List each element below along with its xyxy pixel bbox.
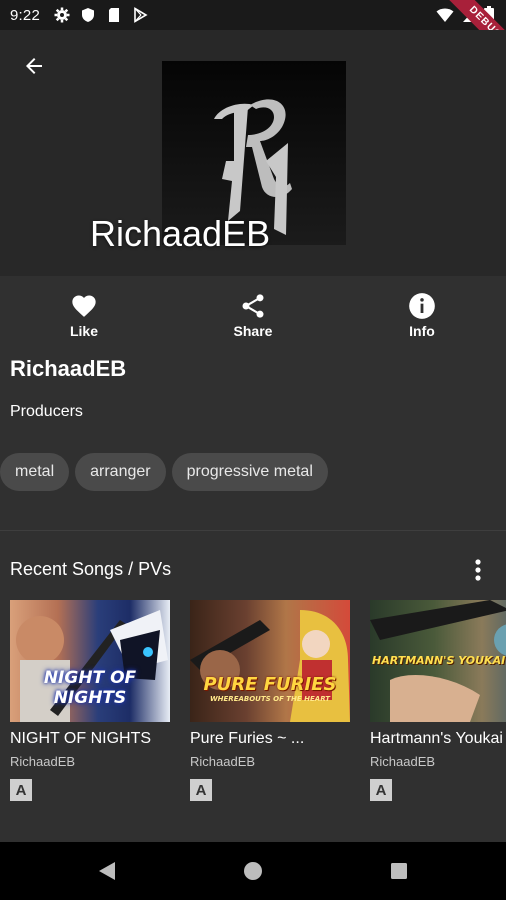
song-artist: RichaadEB xyxy=(370,754,436,769)
sd-card-icon xyxy=(109,8,119,22)
share-label: Share xyxy=(233,323,273,339)
recent-songs-title: Recent Songs / PVs xyxy=(10,559,172,579)
song-thumbnail: NIGHT OF NIGHTS xyxy=(10,600,170,722)
song-thumbnail: PURE FURIES WHEREABOUTS OF THE HEART xyxy=(190,600,350,722)
artist-header: RichaadEB xyxy=(0,30,506,276)
song-type-badge: A xyxy=(370,779,392,801)
tag-chip[interactable]: metal xyxy=(0,453,70,491)
tag-list: metal arranger progressive metal xyxy=(0,453,328,491)
nav-home-button[interactable] xyxy=(240,858,266,884)
song-card[interactable]: NIGHT OF NIGHTS NIGHT OF NIGHTS RichaadE… xyxy=(10,600,170,801)
like-label: Like xyxy=(69,323,98,339)
info-icon xyxy=(409,293,435,319)
share-button[interactable]: Share xyxy=(213,292,293,339)
tag-chip[interactable]: arranger xyxy=(75,453,166,491)
nav-home-circle-icon xyxy=(244,862,262,880)
thumbnail-caption: NIGHT OF NIGHTS xyxy=(43,668,137,708)
artist-name: RichaadEB xyxy=(10,356,127,381)
header-artist-title: RichaadEB xyxy=(90,213,271,254)
thumbnail-caption: PURE FURIES xyxy=(203,674,337,695)
song-type-badge: A xyxy=(10,779,32,801)
nav-back-button[interactable] xyxy=(94,858,120,884)
like-button[interactable]: Like xyxy=(44,292,124,339)
thumbnail-art-icon xyxy=(190,610,350,722)
thumbnail-subcaption: WHEREABOUTS OF THE HEART xyxy=(209,695,331,703)
nav-recents-button[interactable] xyxy=(386,858,412,884)
share-icon xyxy=(242,294,264,318)
play-store-icon xyxy=(134,7,148,23)
more-vert-icon xyxy=(475,559,481,581)
song-artist: RichaadEB xyxy=(190,754,256,769)
song-card[interactable]: PURE FURIES WHEREABOUTS OF THE HEART Pur… xyxy=(190,600,350,801)
heart-icon xyxy=(72,295,96,317)
section-divider xyxy=(0,530,506,531)
song-thumbnail: HARTMANN'S YOUKAI G xyxy=(370,600,506,722)
song-title: NIGHT OF NIGHTS xyxy=(10,730,152,747)
system-nav-bar xyxy=(0,842,506,900)
song-title: Hartmann's Youkai xyxy=(370,730,503,747)
status-bar: 9:22 DEBUG xyxy=(0,0,506,69)
song-card[interactable]: HARTMANN'S YOUKAI G Hartmann's Youkai Ri… xyxy=(370,600,506,801)
thumbnail-caption: HARTMANN'S YOUKAI G xyxy=(372,654,506,667)
back-button[interactable] xyxy=(16,48,52,84)
song-type-badge: A xyxy=(190,779,212,801)
song-artist: RichaadEB xyxy=(10,754,76,769)
shield-icon xyxy=(82,8,94,22)
status-time: 9:22 xyxy=(10,6,40,24)
arrow-back-icon xyxy=(26,58,42,74)
wifi-icon xyxy=(436,8,454,22)
settings-gear-icon xyxy=(54,7,70,23)
nav-back-triangle-icon xyxy=(99,862,115,880)
info-label: Info xyxy=(409,323,435,339)
action-row: Like Share Info xyxy=(0,292,506,342)
more-options-button[interactable] xyxy=(466,555,490,585)
nav-recents-square-icon xyxy=(391,863,407,879)
recent-songs-list: NIGHT OF NIGHTS NIGHT OF NIGHTS RichaadE… xyxy=(10,600,506,810)
artist-type: Producers xyxy=(10,403,83,420)
song-title: Pure Furies ~ ... xyxy=(190,730,305,747)
tag-chip[interactable]: progressive metal xyxy=(171,453,328,491)
info-button[interactable]: Info xyxy=(382,292,462,339)
